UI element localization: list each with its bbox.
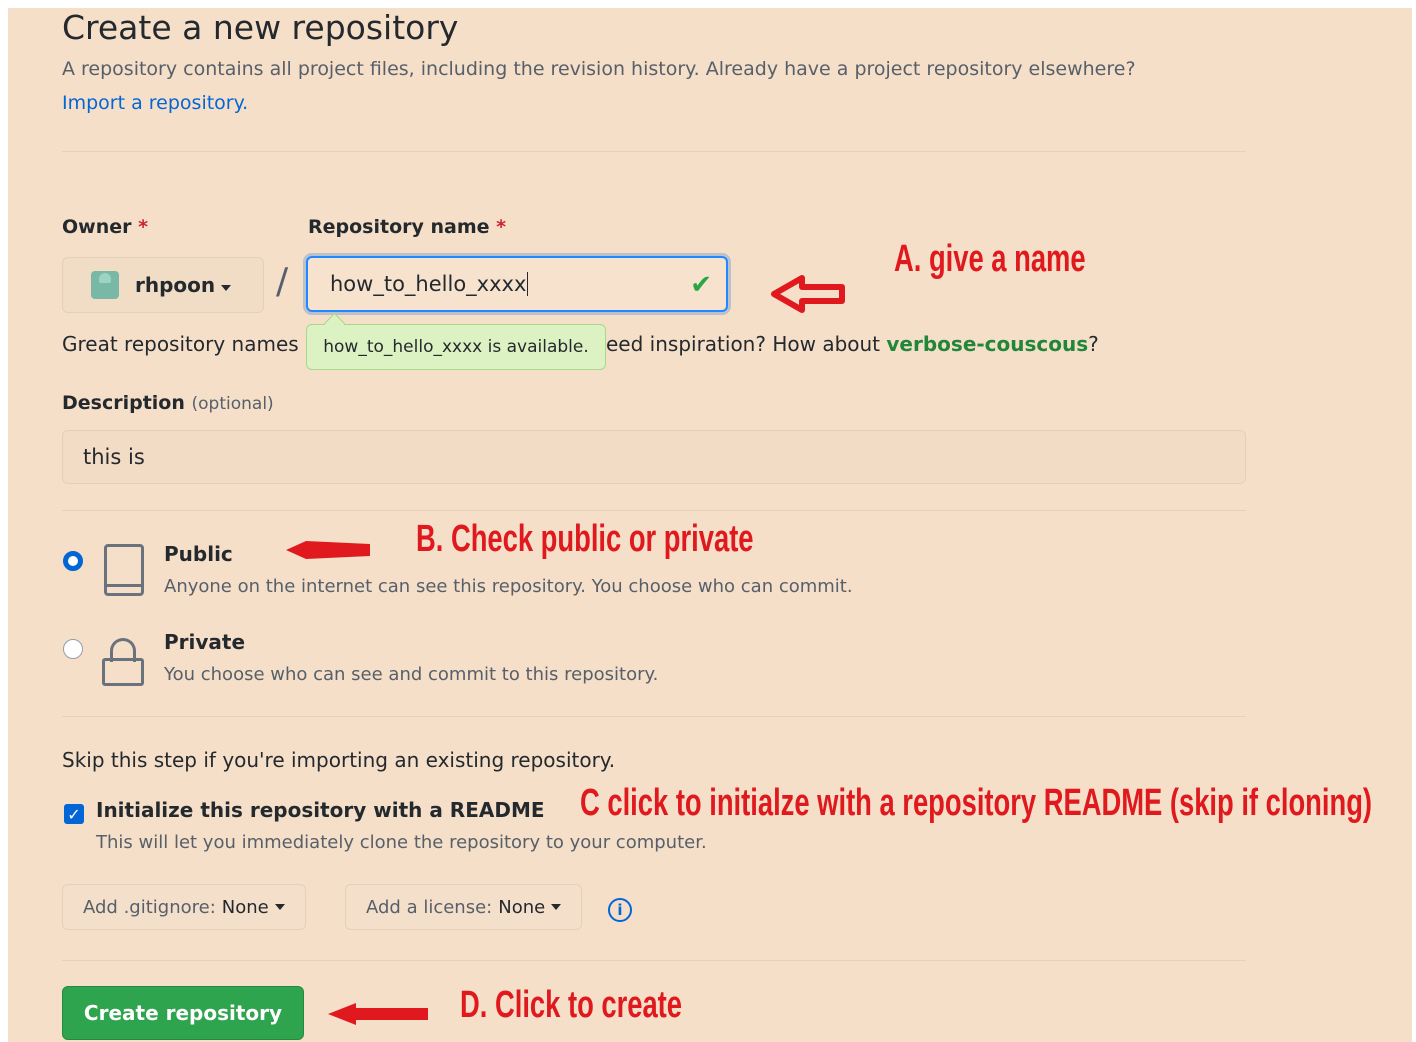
- import-repository-link[interactable]: Import a repository.: [62, 92, 248, 114]
- public-radio[interactable]: [63, 551, 83, 571]
- description-label-text: Description: [62, 392, 185, 414]
- public-description: Anyone on the internet can see this repo…: [164, 576, 853, 597]
- owner-repo-separator: /: [276, 261, 289, 302]
- hint-prefix: Great repository names: [62, 332, 299, 356]
- readme-label[interactable]: Initialize this repository with a README: [96, 798, 545, 822]
- repo-name-label-text: Repository name: [308, 216, 490, 238]
- info-icon[interactable]: i: [608, 898, 632, 922]
- annotation-a: A. give a name: [894, 238, 1086, 280]
- repo-name-label: Repository name *: [308, 216, 506, 238]
- hint-text: eed inspiration? How about verbose-cousc…: [606, 332, 1099, 356]
- owner-name: rhpoon: [135, 273, 216, 297]
- check-icon: ✔: [690, 270, 712, 300]
- divider: [62, 151, 1246, 152]
- caret-down-icon: [551, 904, 562, 910]
- page-subtitle: A repository contains all project files,…: [62, 58, 1136, 80]
- description-label: Description (optional): [62, 392, 274, 414]
- page-canvas: Create a new repository A repository con…: [8, 8, 1412, 1042]
- public-title: Public: [164, 542, 233, 566]
- red-arrow-icon: [771, 275, 845, 313]
- license-prefix: Add a license:: [366, 896, 493, 918]
- gitignore-prefix: Add .gitignore:: [83, 896, 216, 918]
- gitignore-value: None: [221, 896, 269, 918]
- owner-label: Owner *: [62, 216, 148, 238]
- private-radio[interactable]: [63, 639, 83, 659]
- caret-down-icon: [274, 904, 285, 910]
- required-mark: *: [138, 216, 149, 238]
- license-value: None: [498, 896, 546, 918]
- availability-tooltip: how_to_hello_xxxx is available.: [306, 324, 606, 370]
- repo-name-value: how_to_hello_xxxx: [330, 272, 527, 296]
- hint-middle: eed inspiration? How about: [606, 332, 881, 356]
- text-cursor: [527, 272, 529, 296]
- divider: [62, 716, 1246, 717]
- annotation-c: C click to initialze with a repository R…: [580, 782, 1373, 824]
- lock-icon: [102, 638, 144, 686]
- optional-tag: (optional): [191, 394, 274, 414]
- license-select[interactable]: Add a license: None: [345, 884, 583, 930]
- readme-checkbox[interactable]: ✓: [64, 804, 84, 824]
- hint-suffix: ?: [1088, 332, 1099, 356]
- divider: [62, 510, 1246, 511]
- repo-icon: [104, 544, 144, 596]
- repo-name-input[interactable]: how_to_hello_xxxx ✔: [306, 256, 728, 312]
- owner-label-text: Owner: [62, 216, 132, 238]
- annotation-b: B. Check public or private: [416, 518, 754, 560]
- avatar: [91, 271, 119, 299]
- owner-select[interactable]: rhpoon: [62, 257, 264, 313]
- private-title: Private: [164, 630, 246, 654]
- description-input[interactable]: this is: [62, 430, 1246, 484]
- gitignore-select[interactable]: Add .gitignore: None: [62, 884, 306, 930]
- required-mark: *: [496, 216, 507, 238]
- red-arrow-icon: [286, 541, 370, 559]
- private-description: You choose who can see and commit to thi…: [164, 664, 659, 685]
- red-arrow-icon: [328, 1003, 428, 1025]
- caret-down-icon: [221, 284, 232, 291]
- page-title: Create a new repository: [62, 8, 459, 47]
- skip-text: Skip this step if you're importing an ex…: [62, 748, 616, 772]
- readme-description: This will let you immediately clone the …: [96, 832, 707, 853]
- name-suggestion[interactable]: verbose-couscous: [886, 332, 1088, 356]
- annotation-d: D. Click to create: [460, 984, 683, 1026]
- divider: [62, 960, 1246, 961]
- create-repository-button[interactable]: Create repository: [62, 986, 304, 1040]
